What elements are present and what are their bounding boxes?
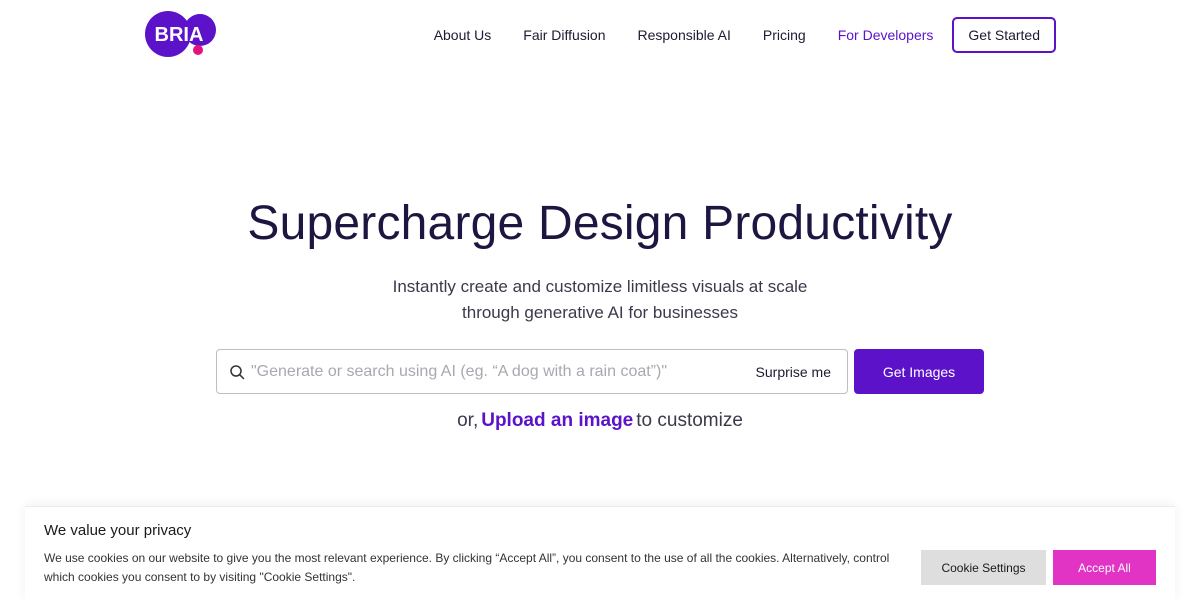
upload-image-link[interactable]: Upload an image: [481, 410, 633, 431]
nav-fair-diffusion[interactable]: Fair Diffusion: [523, 27, 605, 43]
search-input[interactable]: [251, 358, 731, 386]
get-started-button[interactable]: Get Started: [952, 17, 1056, 53]
search-box: Surprise me: [216, 349, 848, 394]
hero-subtitle: Instantly create and customize limitless…: [0, 274, 1200, 326]
hero-subtitle-line-2: through generative AI for businesses: [462, 303, 738, 322]
cookie-settings-button[interactable]: Cookie Settings: [921, 550, 1046, 585]
search-icon: [230, 365, 245, 380]
nav-pricing[interactable]: Pricing: [763, 27, 806, 43]
accept-all-button[interactable]: Accept All: [1053, 550, 1156, 585]
get-images-button[interactable]: Get Images: [854, 349, 984, 394]
logo-text: BRIA: [155, 24, 204, 46]
hero-title: Supercharge Design Productivity: [247, 197, 953, 250]
cookie-banner-text: We use cookies on our website to give yo…: [44, 551, 890, 584]
upload-suffix: to customize: [636, 410, 743, 431]
nav-about-us[interactable]: About Us: [434, 27, 492, 43]
bria-logo[interactable]: BRIA: [144, 10, 218, 58]
upload-prefix: or,: [457, 410, 479, 431]
site-header: BRIA About Us Fair Diffusion Responsible…: [0, 0, 1200, 70]
cookie-banner: We value your privacy We use cookies on …: [25, 506, 1175, 601]
nav-for-developers[interactable]: For Developers: [838, 27, 934, 43]
hero-subtitle-line-1: Instantly create and customize limitless…: [392, 277, 808, 296]
surprise-me-button[interactable]: Surprise me: [756, 350, 831, 393]
upload-prompt: or, Upload an image to customize: [0, 410, 1200, 432]
cookie-banner-title: We value your privacy: [44, 522, 192, 539]
nav-responsible-ai[interactable]: Responsible AI: [638, 27, 731, 43]
main-nav: About Us Fair Diffusion Responsible AI P…: [402, 17, 1056, 53]
